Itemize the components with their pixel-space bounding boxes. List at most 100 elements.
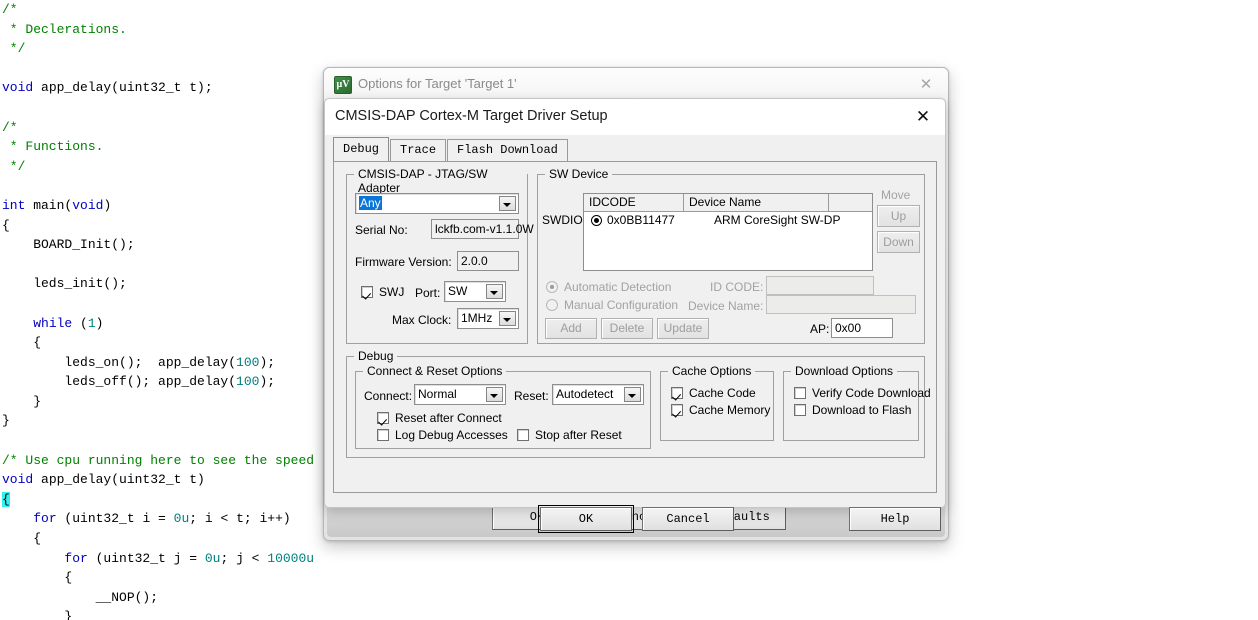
update-button[interactable]: Update (657, 318, 709, 339)
manual-configuration-label: Manual Configuration (564, 298, 679, 312)
debug-group: Debug Connect & Reset Options Connect: N… (346, 349, 931, 458)
move-down-button[interactable]: Down (877, 231, 920, 253)
code-line: void app_delay(uint32_t t); (2, 80, 213, 96)
log-debug-accesses-label: Log Debug Accesses (395, 428, 508, 442)
code-line: for (uint32_t j = 0u; j < 10000u (64, 550, 315, 566)
code-line: /* (2, 119, 18, 135)
code-line: void app_delay(uint32_t t) (2, 472, 205, 488)
serial-no-label: Serial No: (355, 223, 408, 237)
inner-ok-button[interactable]: OK (538, 505, 634, 533)
code-line: leds_init(); (2, 276, 127, 292)
inner-cancel-button[interactable]: Cancel (642, 507, 734, 531)
code-line: } (2, 609, 73, 620)
code-line: * Declerations. (2, 21, 127, 37)
cache-memory-label: Cache Memory (689, 403, 771, 417)
move-up-button[interactable]: Up (877, 205, 920, 227)
checkbox-icon (671, 404, 683, 416)
checkbox-icon (794, 404, 806, 416)
chevron-down-icon[interactable] (486, 387, 503, 402)
code-line: leds_off(); app_delay(100); (2, 374, 276, 390)
code-line: while (1) (33, 315, 104, 331)
code-line: leds_on(); app_delay(100); (2, 354, 276, 370)
connect-value: Normal (418, 387, 457, 401)
code-line: */ (2, 158, 26, 174)
chevron-down-icon[interactable] (499, 311, 516, 326)
connect-reset-options-group: Connect & Reset Options Connect: Normal … (355, 364, 651, 449)
outer-dialog-title: Options for Target 'Target 1' (358, 76, 517, 91)
serial-no-value: lckfb.com-v1.1.0W (435, 222, 534, 236)
max-clock-select[interactable]: 1MHz (457, 308, 519, 329)
code-line: __NOP(); (2, 589, 159, 605)
cmsis-dap-driver-setup-dialog: CMSIS-DAP Cortex-M Target Driver Setup ✕… (324, 98, 946, 533)
adapter-select-value: Any (359, 196, 382, 210)
keil-uvision-icon: µV (334, 76, 352, 94)
checkbox-icon (517, 429, 529, 441)
port-label: Port: (415, 286, 441, 300)
debug-tab-page: CMSIS-DAP - JTAG/SW Adapter Any Serial N… (333, 161, 937, 493)
verify-code-download-label: Verify Code Download (812, 386, 931, 400)
code-line: for (uint32_t i = 0u; i < t; i++) (33, 511, 291, 527)
download-to-flash-label: Download to Flash (812, 403, 912, 417)
reset-value: Autodetect (556, 387, 614, 401)
column-header-extra (829, 194, 874, 211)
connect-reset-options-label: Connect & Reset Options (363, 364, 507, 378)
code-editor[interactable]: /* * Declerations. */ void app_delay(uint… (0, 0, 340, 620)
tab-trace[interactable]: Trace (390, 139, 447, 161)
adapter-select[interactable]: Any (355, 193, 519, 214)
close-icon[interactable]: ✕ (909, 106, 937, 128)
tab-debug[interactable]: Debug (333, 137, 390, 161)
chevron-down-icon[interactable] (499, 196, 516, 211)
move-label: Move (881, 188, 911, 202)
column-header-device-name: Device Name (684, 194, 829, 211)
chevron-down-icon[interactable] (486, 284, 503, 299)
device-name-field[interactable] (766, 295, 916, 314)
port-select-value: SW (448, 284, 468, 298)
cache-options-label: Cache Options (668, 364, 756, 378)
code-line: } (2, 393, 42, 409)
chevron-down-icon[interactable] (624, 387, 641, 402)
code-line: { (2, 570, 73, 586)
code-line: { (2, 335, 42, 351)
max-clock-label: Max Clock: (392, 313, 452, 327)
sw-device-list[interactable]: IDCODE Device Name 0x0BB11477 ARM CoreSi… (583, 193, 873, 271)
close-icon[interactable]: ✕ (912, 74, 940, 94)
code-line: /* (2, 2, 18, 17)
download-options-label: Download Options (791, 364, 898, 378)
stop-after-reset-label: Stop after Reset (535, 428, 622, 442)
cell-device-name: ARM CoreSight SW-DP (714, 213, 841, 227)
cache-code-label: Cache Code (689, 386, 756, 400)
outer-dialog-titlebar[interactable]: µV Options for Target 'Target 1' ✕ (324, 68, 948, 100)
add-button[interactable]: Add (545, 318, 597, 339)
ap-field[interactable]: 0x00 (831, 318, 893, 338)
reset-after-connect-label: Reset after Connect (395, 411, 502, 425)
connect-select[interactable]: Normal (414, 384, 506, 405)
reset-select[interactable]: Autodetect (552, 384, 644, 405)
tab-flash-download[interactable]: Flash Download (447, 139, 568, 161)
checkbox-icon (377, 412, 389, 424)
inner-help-button[interactable]: Help (849, 507, 941, 531)
port-select[interactable]: SW (444, 281, 506, 302)
table-row[interactable]: 0x0BB11477 ARM CoreSight SW-DP (584, 212, 872, 230)
id-code-field[interactable] (766, 276, 874, 295)
inner-dialog-body: Debug Trace Flash Download CMSIS-DAP - J… (325, 135, 945, 533)
automatic-detection-label: Automatic Detection (564, 280, 672, 294)
download-options-group: Download Options Verify Code Download Do… (783, 364, 931, 441)
delete-button[interactable]: Delete (601, 318, 653, 339)
code-line: BOARD_Init(); (2, 237, 135, 253)
inner-dialog-title: CMSIS-DAP Cortex-M Target Driver Setup (335, 108, 608, 124)
debug-group-label: Debug (354, 349, 398, 363)
inner-dialog-titlebar[interactable]: CMSIS-DAP Cortex-M Target Driver Setup ✕ (325, 99, 945, 135)
cache-options-group: Cache Options Cache Code Cache Memory (660, 364, 774, 441)
firmware-version-label: Firmware Version: (355, 255, 452, 269)
column-header-idcode: IDCODE (584, 194, 684, 211)
max-clock-value: 1MHz (461, 311, 493, 325)
checkbox-icon (361, 286, 373, 298)
checkbox-icon (794, 387, 806, 399)
radio-selected-icon[interactable] (591, 215, 602, 226)
swdio-label: SWDIO (542, 213, 583, 227)
